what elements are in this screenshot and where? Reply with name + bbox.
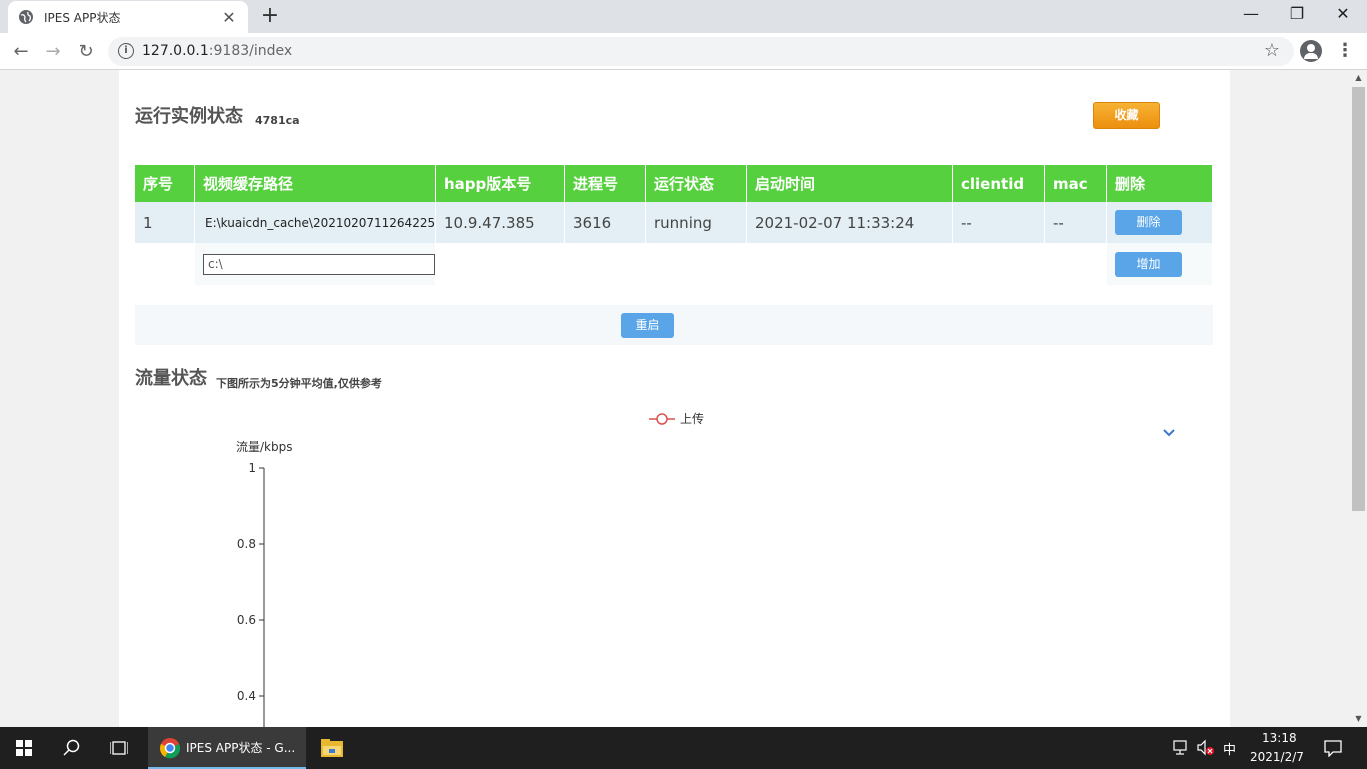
profile-avatar-icon[interactable] <box>1300 40 1322 62</box>
chart-y-axis: 1 0.8 0.6 0.4 <box>237 461 265 727</box>
taskbar-chrome-app[interactable]: IPES APP状态 - G... <box>148 727 306 769</box>
delete-button[interactable]: 删除 <box>1115 210 1182 235</box>
task-view-icon[interactable] <box>110 739 128 757</box>
table-row: 1 E:\kuaicdn_cache\20210207112642258 10.… <box>135 202 1213 243</box>
notification-icon[interactable] <box>1324 739 1342 757</box>
add-row-spacer <box>135 243 195 285</box>
minimize-icon[interactable]: — <box>1228 0 1274 30</box>
col-header-mac: mac <box>1045 165 1107 202</box>
page-title: 运行实例状态 <box>135 106 243 127</box>
cell-mac: -- <box>1045 202 1107 243</box>
chrome-icon <box>160 738 180 759</box>
add-row-spacer <box>646 243 747 285</box>
cell-path: E:\kuaicdn_cache\20210207112642258 <box>195 202 436 243</box>
restart-button[interactable]: 重启 <box>621 313 674 338</box>
add-button-cell: 增加 <box>1107 243 1213 285</box>
forward-arrow-icon[interactable]: → <box>40 39 66 65</box>
network-icon[interactable] <box>1173 740 1191 756</box>
add-path-row: 增加 <box>135 243 1213 285</box>
col-header-start-time: 启动时间 <box>747 165 953 202</box>
tab-strip: IPES APP状态 ✕ + — ❐ ✕ <box>0 0 1367 33</box>
traffic-chart: 流量/kbps 1 0.8 0.6 0.4 <box>236 440 292 727</box>
globe-icon <box>19 10 33 24</box>
add-row-spacer <box>1045 243 1107 285</box>
search-icon[interactable] <box>63 739 81 757</box>
instance-id: 4781ca <box>255 114 300 127</box>
clock-date[interactable]: 2021/2/7 <box>1250 750 1304 764</box>
scroll-thumb[interactable] <box>1352 87 1365 511</box>
add-path-cell <box>195 243 436 285</box>
content-card: 运行实例状态 4781ca 收藏 序号 视频缓存路径 happ版本号 进程号 运… <box>119 70 1230 727</box>
site-info-icon[interactable]: i <box>118 43 134 59</box>
col-header-index: 序号 <box>135 165 195 202</box>
add-button[interactable]: 增加 <box>1115 251 1182 277</box>
cell-pid: 3616 <box>565 202 646 243</box>
back-arrow-icon[interactable]: ← <box>8 39 34 65</box>
new-tab-icon[interactable]: + <box>258 4 282 28</box>
col-header-version: happ版本号 <box>436 165 565 202</box>
scroll-down-icon[interactable]: ▼ <box>1350 711 1367 727</box>
windows-start-icon[interactable] <box>16 740 32 756</box>
cell-clientid: -- <box>953 202 1045 243</box>
volume-muted-icon[interactable] <box>1197 739 1215 757</box>
table-header-row: 序号 视频缓存路径 happ版本号 进程号 运行状态 启动时间 clientid… <box>135 165 1213 202</box>
cell-index: 1 <box>135 202 195 243</box>
col-header-delete: 删除 <box>1107 165 1213 202</box>
browser-toolbar: ← → ↻ i 127.0.0.1:9183/index ☆ ⋮ <box>0 33 1367 70</box>
col-header-pid: 进程号 <box>565 165 646 202</box>
ime-indicator[interactable]: 中 <box>1223 739 1236 758</box>
file-explorer-icon[interactable] <box>320 738 344 758</box>
legend-upload-label: 上传 <box>680 412 705 426</box>
taskbar-app-label: IPES APP状态 - G... <box>186 741 296 755</box>
cell-delete: 删除 <box>1107 202 1213 243</box>
y-tick-label: 0.6 <box>237 613 256 627</box>
add-row-spacer <box>565 243 646 285</box>
chevron-down-icon[interactable] <box>1162 428 1176 438</box>
restore-icon[interactable]: ❐ <box>1274 0 1320 30</box>
url-host: 127.0.0.1 <box>142 43 209 59</box>
col-header-clientid: clientid <box>953 165 1045 202</box>
chart-y-axis-label: 流量/kbps <box>236 440 292 454</box>
y-tick-label: 0.8 <box>237 537 256 551</box>
taskbar: IPES APP状态 - G... 中 13:18 2021/2/7 <box>0 727 1367 769</box>
more-menu-icon[interactable]: ⋮ <box>1336 40 1354 62</box>
page-viewport: 运行实例状态 4781ca 收藏 序号 视频缓存路径 happ版本号 进程号 运… <box>0 70 1350 727</box>
reload-icon[interactable]: ↻ <box>73 39 99 65</box>
tab-close-icon[interactable]: ✕ <box>220 8 238 27</box>
url-text: 127.0.0.1:9183/index <box>142 43 292 59</box>
vertical-scrollbar[interactable]: ▲ ▼ <box>1350 70 1367 727</box>
y-tick-label: 1 <box>248 461 256 475</box>
traffic-title: 流量状态 <box>135 368 207 389</box>
add-row-spacer <box>747 243 953 285</box>
traffic-subtitle: 下图所示为5分钟平均值,仅供参考 <box>216 377 382 390</box>
browser-tab[interactable]: IPES APP状态 ✕ <box>8 1 248 33</box>
cell-status: running <box>646 202 747 243</box>
url-path: :9183/index <box>208 43 293 59</box>
restart-bar: 重启 <box>135 305 1213 345</box>
cell-start-time: 2021-02-07 11:33:24 <box>747 202 953 243</box>
favorite-button[interactable]: 收藏 <box>1093 102 1160 129</box>
bookmark-star-icon[interactable]: ☆ <box>1264 40 1280 61</box>
address-bar[interactable]: i 127.0.0.1:9183/index ☆ <box>108 37 1294 66</box>
cache-path-input[interactable] <box>203 253 435 275</box>
add-row-spacer <box>436 243 565 285</box>
instance-table: 序号 视频缓存路径 happ版本号 进程号 运行状态 启动时间 clientid… <box>135 165 1213 285</box>
legend-upload-marker <box>649 412 675 425</box>
col-header-path: 视频缓存路径 <box>195 165 436 202</box>
chart-legend[interactable]: 上传 <box>649 410 704 427</box>
col-header-status: 运行状态 <box>646 165 747 202</box>
cell-version: 10.9.47.385 <box>436 202 565 243</box>
add-row-spacer <box>953 243 1045 285</box>
scroll-up-icon[interactable]: ▲ <box>1350 70 1367 86</box>
window-close-icon[interactable]: ✕ <box>1320 0 1366 30</box>
y-tick-label: 0.4 <box>237 689 256 703</box>
clock-time[interactable]: 13:18 <box>1262 731 1297 745</box>
tab-title: IPES APP状态 <box>44 10 121 25</box>
